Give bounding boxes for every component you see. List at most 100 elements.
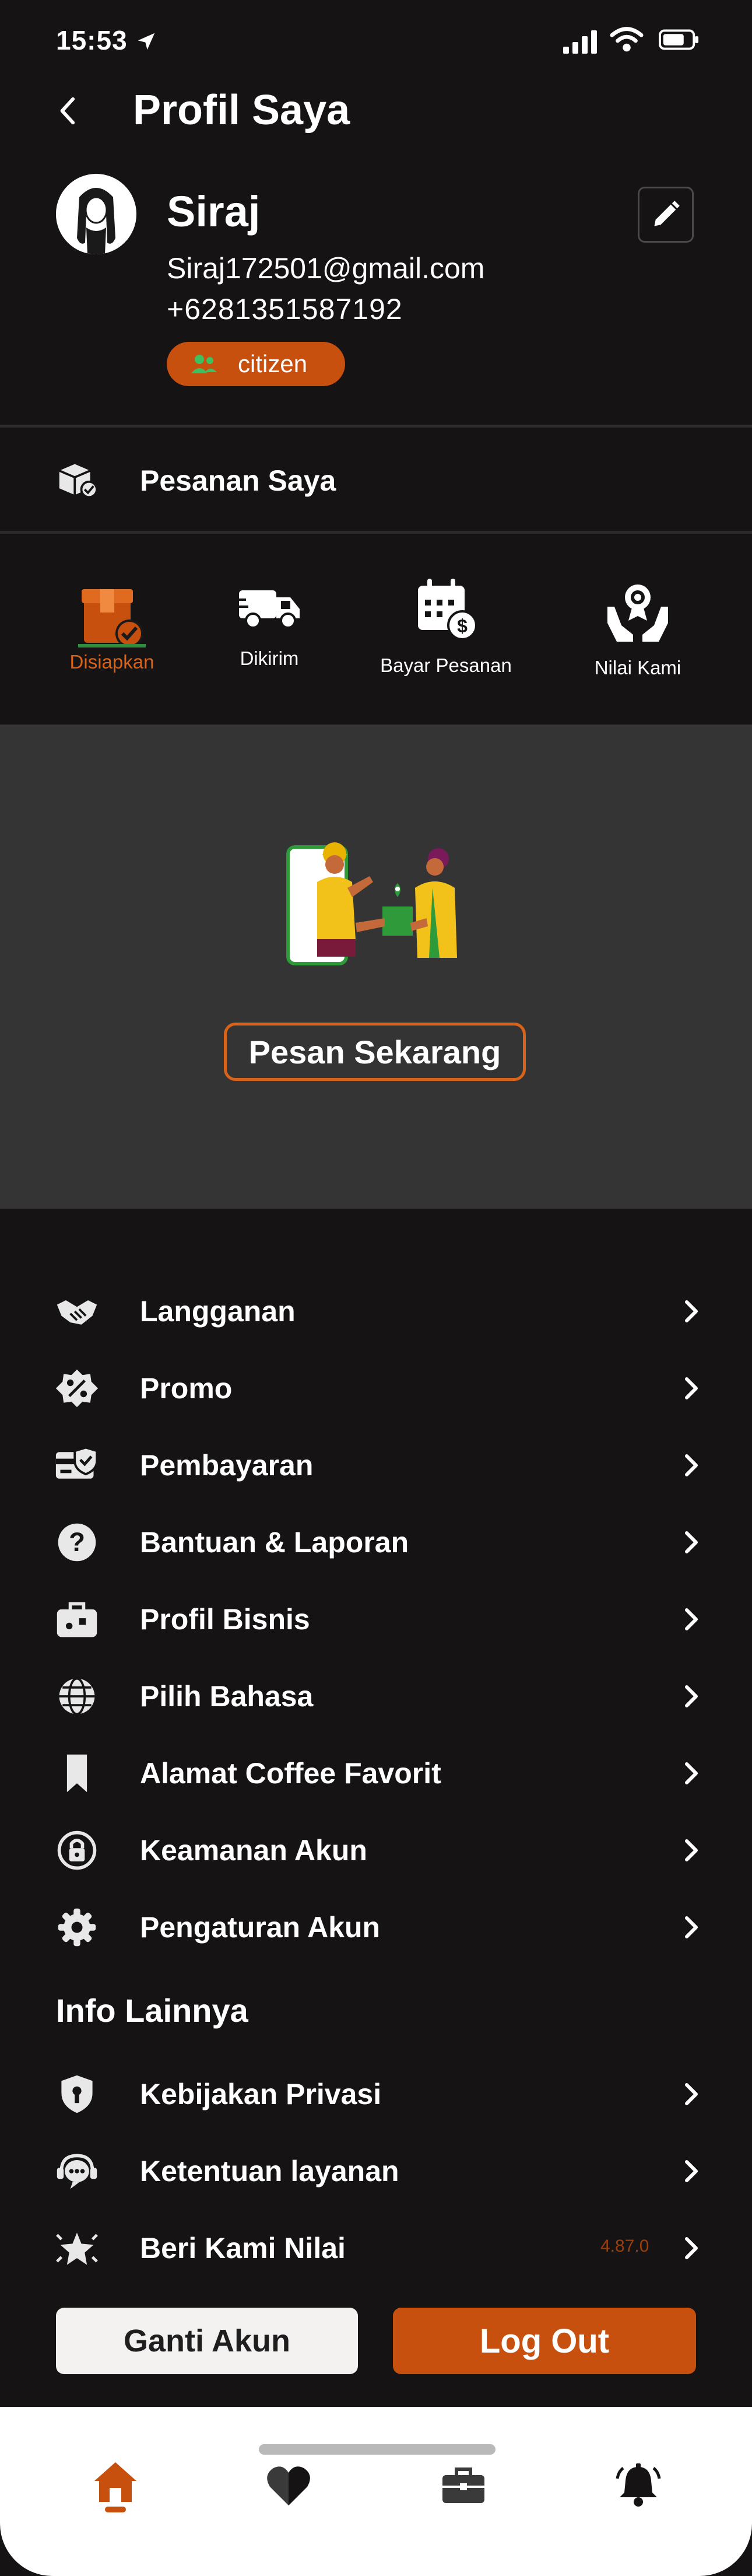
menu-item-pilih-bahasa[interactable]: Pilih Bahasa [0, 1658, 752, 1735]
menu-item-alamat-favorit[interactable]: Alamat Coffee Favorit [0, 1735, 752, 1812]
menu-item-label: Pembayaran [140, 1449, 314, 1482]
menu-item-promo[interactable]: Promo [0, 1350, 752, 1427]
switch-account-button[interactable]: Ganti Akun [56, 2308, 358, 2374]
menu-item-label: Bantuan & Laporan [140, 1526, 409, 1559]
home-icon [94, 2462, 136, 2512]
chevron-right-icon [685, 1531, 698, 1553]
menu-item-keamanan-akun[interactable]: Keamanan Akun [0, 1812, 752, 1889]
profile-screen: 15:53 Profil Saya Siraj Siraj172501@gmai… [0, 0, 752, 2576]
chevron-right-icon [685, 1608, 698, 1630]
edit-profile-button[interactable] [638, 187, 694, 243]
avatar-illustration-icon [56, 174, 136, 254]
section-title-info: Info Lainnya [56, 1992, 248, 2029]
menu-item-label: Promo [140, 1372, 233, 1405]
menu-item-pembayaran[interactable]: Pembayaran [0, 1427, 752, 1504]
pencil-icon [654, 201, 680, 226]
my-orders-label: Pesanan Saya [140, 464, 336, 497]
bottom-tab-bar [0, 2407, 752, 2576]
menu-item-pengaturan-akun[interactable]: Pengaturan Akun [0, 1889, 752, 1966]
chevron-right-icon [685, 2160, 698, 2182]
menu-item-kebijakan-privasi[interactable]: Kebijakan Privasi [0, 2056, 752, 2133]
handshake-icon [57, 1300, 97, 1325]
nav-orders[interactable] [431, 2454, 496, 2518]
chevron-right-icon [685, 1300, 698, 1322]
chevron-right-icon [685, 1454, 698, 1476]
app-version: 4.87.0 [600, 2236, 649, 2256]
nav-favorites[interactable] [256, 2454, 321, 2518]
menu-item-langganan[interactable]: Langganan [0, 1273, 752, 1350]
order-status-tabs: Disiapkan Dikirim $ Bayar Pesanan Nilai … [0, 537, 752, 723]
question-icon: ? [58, 1523, 96, 1562]
briefcase-icon [442, 2468, 484, 2503]
award-hands-icon [607, 584, 668, 642]
tab-nilai-kami[interactable]: Nilai Kami [550, 537, 725, 700]
menu-item-beri-nilai[interactable]: Beri Kami Nilai 4.87.0 [0, 2210, 752, 2287]
role-badge-label: citizen [238, 350, 308, 377]
profile-email: Siraj172501@gmail.com [167, 252, 485, 285]
tab-label: Nilai Kami [594, 657, 681, 678]
users-icon [191, 355, 217, 373]
menu-item-ketentuan-layanan[interactable]: Ketentuan layanan [0, 2133, 752, 2210]
calendar-dollar-icon: $ [418, 579, 477, 640]
status-time: 15:53 [56, 25, 128, 55]
chevron-right-icon [685, 1916, 698, 1938]
menu-item-label: Ketentuan layanan [140, 2155, 399, 2188]
order-now-button[interactable]: Pesan Sekarang [224, 1023, 526, 1081]
back-button[interactable] [47, 88, 87, 134]
tab-label: Disiapkan [69, 651, 154, 673]
gear-icon [58, 1908, 96, 1947]
lock-icon [57, 1831, 97, 1870]
menu-item-label: Langganan [140, 1295, 296, 1328]
star-icon [56, 2232, 98, 2265]
nav-notifications[interactable] [606, 2454, 670, 2518]
role-badge: citizen [167, 342, 345, 386]
delivery-handoff-illustration-icon [286, 842, 457, 965]
chevron-left-icon [60, 97, 75, 125]
tab-bayar-pesanan[interactable]: $ Bayar Pesanan [359, 537, 533, 700]
battery-icon [659, 29, 699, 50]
globe-icon [59, 1677, 95, 1716]
my-orders-row[interactable]: Pesanan Saya [0, 430, 752, 531]
card-check-icon [55, 1446, 99, 1479]
status-bar: 15:53 [0, 0, 752, 82]
bell-icon [616, 2463, 661, 2507]
signal-icon [563, 30, 597, 54]
menu-item-label: Kebijakan Privasi [140, 2078, 382, 2110]
chevron-right-icon [685, 1685, 698, 1707]
tab-label: Dikirim [240, 648, 299, 669]
heart-icon [267, 2466, 310, 2505]
avatar[interactable] [56, 174, 136, 254]
truck-icon [234, 590, 300, 629]
location-arrow-icon [138, 33, 155, 50]
chevron-right-icon [685, 2237, 698, 2259]
menu-item-label: Beri Kami Nilai [140, 2232, 346, 2264]
briefcase-icon [57, 1602, 97, 1637]
page-title: Profil Saya [133, 87, 350, 134]
menu-item-label: Pilih Bahasa [140, 1680, 314, 1713]
tab-disiapkan[interactable]: Disiapkan [24, 537, 199, 700]
tab-active-indicator [78, 644, 146, 648]
profile-phone: +6281351587192 [167, 293, 403, 326]
divider [0, 531, 752, 534]
support-icon [57, 2154, 97, 2189]
package-check-icon [59, 464, 98, 499]
logout-button[interactable]: Log Out [393, 2308, 696, 2374]
nav-home[interactable] [83, 2454, 147, 2518]
menu-item-label: Keamanan Akun [140, 1834, 367, 1867]
profile-name: Siraj [167, 187, 261, 236]
chevron-right-icon [685, 1762, 698, 1784]
menu-item-bantuan[interactable]: ? Bantuan & Laporan [0, 1504, 752, 1581]
home-indicator [259, 2444, 496, 2455]
menu-item-label: Pengaturan Akun [140, 1911, 381, 1944]
wifi-icon [610, 27, 644, 52]
menu-item-profil-bisnis[interactable]: Profil Bisnis [0, 1581, 752, 1658]
promo-banner: Pesan Sekarang [0, 724, 752, 1209]
tab-dikirim[interactable]: Dikirim [182, 537, 357, 700]
divider [0, 425, 752, 428]
chevron-right-icon [685, 1377, 698, 1399]
menu-item-label: Alamat Coffee Favorit [140, 1757, 441, 1790]
menu-item-label: Profil Bisnis [140, 1603, 310, 1636]
chevron-right-icon [685, 1839, 698, 1861]
svg-text:$: $ [457, 615, 468, 636]
chevron-right-icon [685, 2083, 698, 2105]
